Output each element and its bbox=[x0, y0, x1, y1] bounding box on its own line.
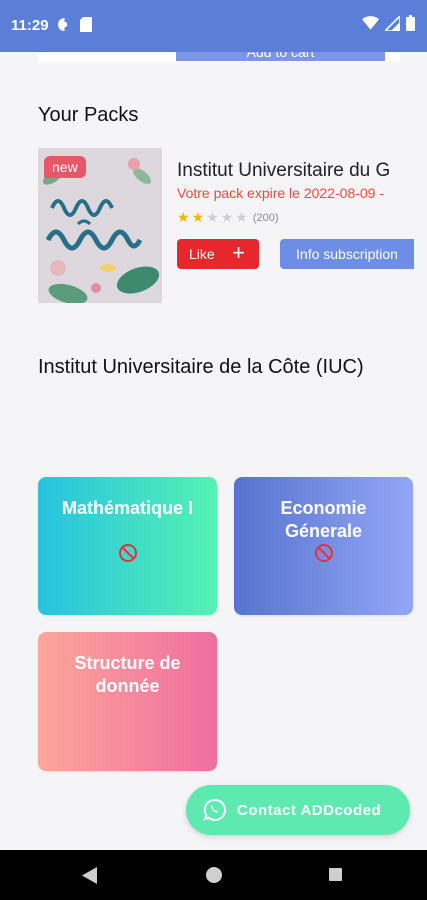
section-title-packs: Your Packs bbox=[38, 104, 139, 126]
status-notification-icons bbox=[57, 17, 92, 32]
status-system-icons bbox=[362, 15, 415, 31]
contact-button[interactable]: Contact ADDcoded bbox=[186, 785, 410, 835]
navigation-bar bbox=[0, 850, 427, 900]
star-icon: ★ bbox=[191, 209, 205, 225]
info-subscription-label: Info subscription bbox=[296, 246, 398, 262]
course-tile-mathematique[interactable]: Mathématique I bbox=[38, 477, 217, 615]
star-icon: ★ bbox=[220, 209, 234, 225]
plus-icon: + bbox=[232, 240, 245, 265]
wifi-icon bbox=[362, 16, 379, 30]
signal-icon bbox=[385, 15, 400, 31]
course-tile-label: Economie Génerale bbox=[280, 498, 367, 541]
like-label: Like bbox=[189, 246, 215, 262]
rating-count: (200) bbox=[252, 211, 279, 224]
no-entry-icon bbox=[38, 543, 217, 568]
course-tile-label: Mathématique I bbox=[61, 498, 194, 518]
sim-card-icon bbox=[80, 17, 92, 32]
pack-expiry: Votre pack expire le 2022-08-09 - bbox=[177, 185, 385, 201]
play-protect-icon bbox=[57, 17, 72, 32]
contact-label: Contact ADDcoded bbox=[237, 801, 382, 819]
pack-title: Institut Universitaire du G bbox=[177, 160, 391, 181]
course-tile-label: Structure de donnée bbox=[74, 653, 181, 696]
whatsapp-icon bbox=[203, 798, 226, 821]
scroll-content[interactable]: Add to cart Your Packs new Institut Univ… bbox=[0, 52, 427, 850]
add-to-cart-button[interactable]: Add to cart bbox=[176, 52, 385, 61]
pack-rating: ★ ★ ★ ★ ★ (200) bbox=[177, 209, 279, 226]
star-icon: ★ bbox=[206, 209, 219, 225]
back-icon[interactable] bbox=[82, 867, 98, 884]
star-icon: ★ bbox=[177, 209, 190, 225]
status-time: 11:29 bbox=[11, 17, 49, 34]
course-tile-structure[interactable]: Structure de donnée bbox=[38, 632, 217, 771]
star-icon: ★ bbox=[235, 209, 248, 225]
info-subscription-button[interactable]: Info subscription bbox=[280, 239, 414, 269]
add-to-cart-label: Add to cart bbox=[246, 52, 315, 60]
home-icon[interactable] bbox=[206, 867, 222, 883]
institution-title: Institut Universitaire de la Côte (IUC) bbox=[38, 356, 364, 378]
like-button[interactable]: Like + bbox=[177, 239, 259, 269]
status-bar: 11:29 bbox=[0, 0, 427, 52]
pack-image[interactable]: new bbox=[38, 148, 162, 303]
recents-icon[interactable] bbox=[329, 868, 342, 881]
battery-icon bbox=[406, 15, 415, 31]
course-tile-economie[interactable]: Economie Génerale bbox=[234, 477, 413, 615]
no-entry-icon bbox=[234, 543, 413, 568]
new-badge: new bbox=[44, 156, 86, 178]
